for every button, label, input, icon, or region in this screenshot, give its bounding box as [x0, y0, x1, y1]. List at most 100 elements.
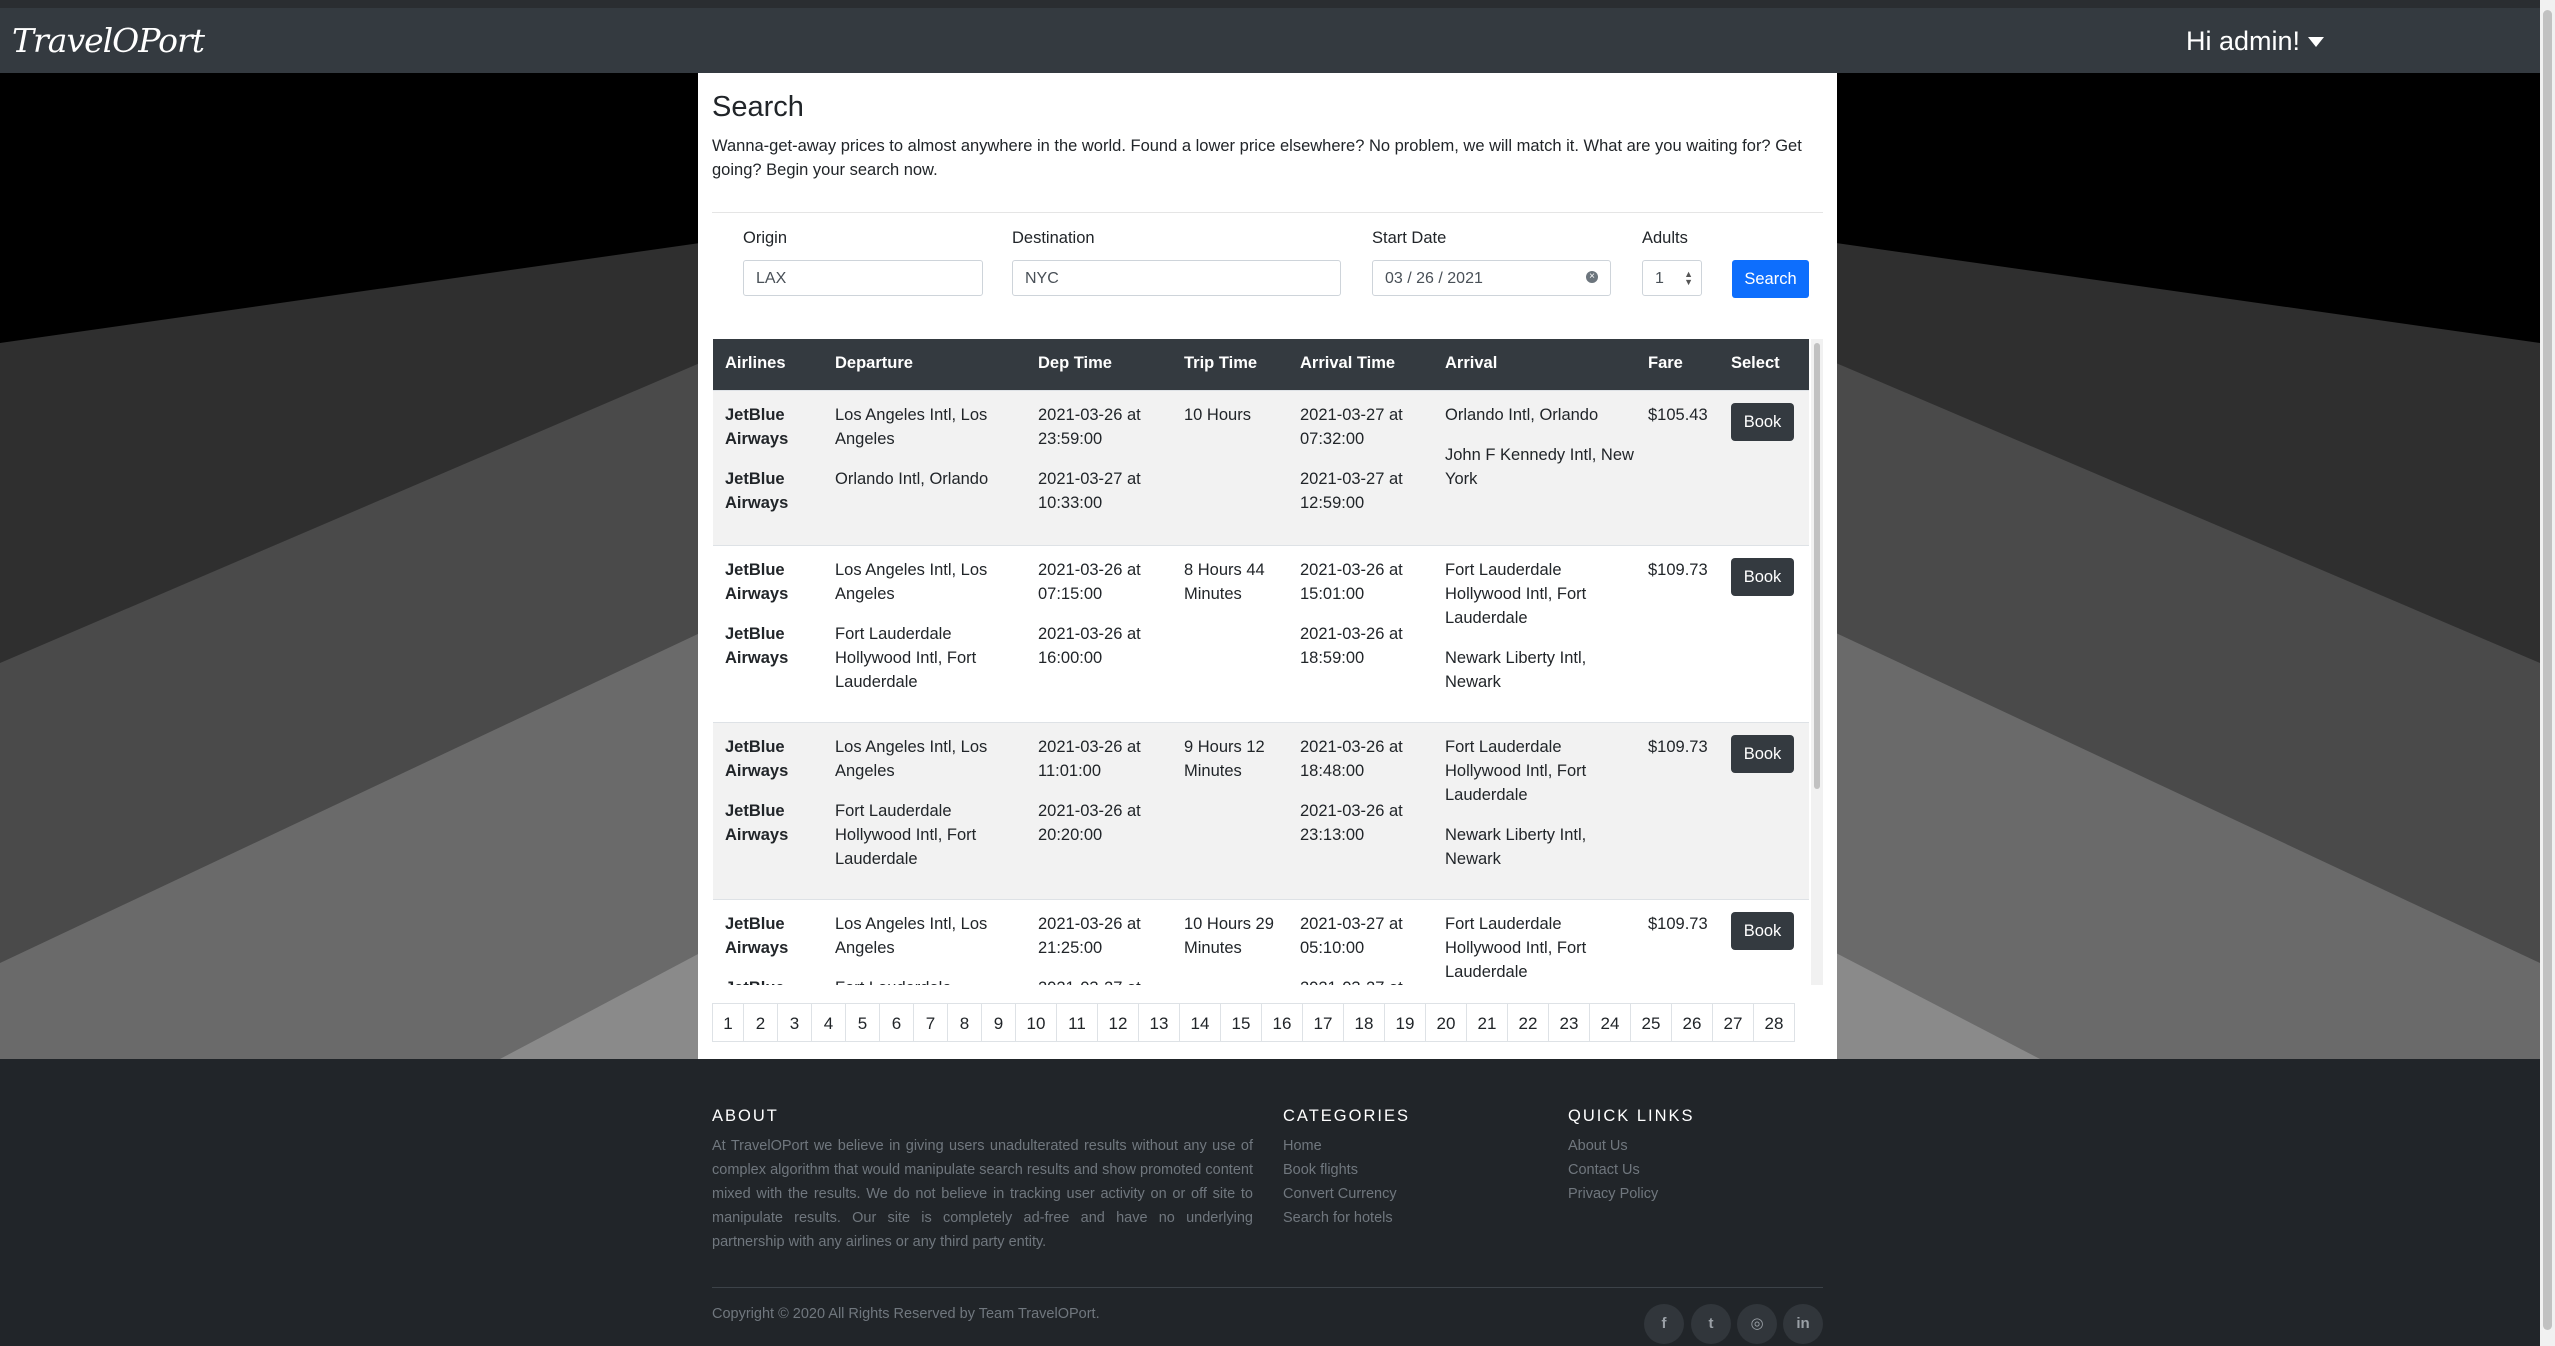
page-link[interactable]: 7	[914, 1003, 948, 1042]
search-button[interactable]: Search	[1732, 260, 1809, 298]
cell-fare: $105.43	[1648, 406, 1708, 424]
brand-logo[interactable]: TravelOPort	[12, 21, 205, 60]
page-link[interactable]: 24	[1590, 1003, 1631, 1042]
page-scrollbar-thumb[interactable]	[2543, 10, 2552, 1330]
page-link[interactable]: 23	[1549, 1003, 1590, 1042]
spinner-icon[interactable]: ▲ ▼	[1684, 270, 1693, 287]
page-link[interactable]: 10	[1016, 1003, 1057, 1042]
leg-arr-time: 2021-03-26 at 23:13:00	[1300, 802, 1403, 844]
page-link[interactable]: 6	[880, 1003, 914, 1042]
destination-label: Destination	[1012, 229, 1095, 247]
linkedin-icon[interactable]: in	[1783, 1304, 1823, 1344]
leg-arrival: Newark Liberty Intl, Newark	[1445, 826, 1587, 868]
cell-departure: Los Angeles Intl, Los Angeles Orlando Int…	[835, 403, 1020, 507]
col-fare: Fare	[1648, 354, 1683, 372]
page-link[interactable]: 8	[948, 1003, 982, 1042]
category-link[interactable]: Home	[1283, 1134, 1397, 1158]
leg-arrival: Newark Liberty Intl, Newark	[1445, 649, 1587, 691]
cell-dep-time: 2021-03-26 at 23:59:00 2021-03-27 at 10:3…	[1038, 403, 1173, 531]
page-link[interactable]: 14	[1180, 1003, 1221, 1042]
page-link[interactable]: 20	[1426, 1003, 1467, 1042]
table-row: JetBlue Airways JetBlue Airways Los Angele…	[713, 545, 1809, 723]
page-link[interactable]: 12	[1098, 1003, 1139, 1042]
leg-dep-time: 2021-03-26 at 16:00:00	[1038, 625, 1141, 667]
table-scrollbar-thumb[interactable]	[1814, 343, 1820, 789]
category-link[interactable]: Book flights	[1283, 1158, 1397, 1182]
page-link[interactable]: 11	[1057, 1003, 1098, 1042]
page-link[interactable]: 18	[1344, 1003, 1385, 1042]
book-button[interactable]: Book	[1731, 403, 1794, 441]
page-link[interactable]: 9	[982, 1003, 1016, 1042]
leg-departure: Fort Lauderdale Hollywood Intl, Fort Lau…	[835, 802, 977, 868]
quick-link[interactable]: About Us	[1568, 1134, 1658, 1158]
navbar: TravelOPort Hi admin!	[0, 8, 2540, 73]
start-date-value: 03 / 26 / 2021	[1385, 270, 1483, 287]
table-row: JetBlue Airways JetBlue Airways Los Angele…	[713, 722, 1809, 900]
page-link[interactable]: 5	[846, 1003, 880, 1042]
caret-down-icon	[2308, 36, 2325, 47]
category-link[interactable]: Convert Currency	[1283, 1182, 1397, 1206]
table-row: JetBlue Airways JetBlue Airways Los Angele…	[713, 899, 1809, 985]
leg-arr-time: 2021-03-27 at 07:32:00	[1300, 406, 1403, 448]
cell-departure: Los Angeles Intl, Los Angeles Fort Lauder…	[835, 912, 1020, 985]
page-scrollbar[interactable]	[2540, 0, 2555, 1346]
page-link[interactable]: 28	[1754, 1003, 1795, 1042]
leg-dep-time: 2021-03-26 at 07:15:00	[1038, 561, 1141, 603]
page-link[interactable]: 17	[1303, 1003, 1344, 1042]
start-date-input[interactable]: 03 / 26 / 2021 ×	[1372, 260, 1611, 296]
page-link[interactable]: 1	[712, 1003, 744, 1042]
page-link[interactable]: 27	[1713, 1003, 1754, 1042]
pagination: 1 2 3 4 5 6 7 8 9 10 11 12 13 14 15 16 17 18 19 20 21 22 23 24 2…	[712, 1003, 1795, 1042]
quick-link[interactable]: Contact Us	[1568, 1158, 1658, 1182]
twitter-icon[interactable]: t	[1691, 1304, 1731, 1344]
col-airlines: Airlines	[725, 354, 786, 372]
quick-link[interactable]: Privacy Policy	[1568, 1182, 1658, 1206]
page-link[interactable]: 15	[1221, 1003, 1262, 1042]
leg-arr-time: 2021-03-26 at 15:01:00	[1300, 561, 1403, 603]
book-button[interactable]: Book	[1731, 912, 1794, 950]
page-link[interactable]: 2	[744, 1003, 778, 1042]
dribbble-icon[interactable]: ◎	[1737, 1304, 1777, 1344]
destination-input[interactable]: NYC	[1012, 260, 1341, 296]
table-row: JetBlue Airways JetBlue Airways Los Angele…	[713, 390, 1809, 546]
col-trip-time: Trip Time	[1184, 354, 1258, 372]
user-menu[interactable]: Hi admin!	[2186, 26, 2325, 57]
page-link[interactable]: 16	[1262, 1003, 1303, 1042]
leg-airline: JetBlue Airways	[725, 470, 789, 512]
leg-airline: JetBlue Airways	[725, 406, 789, 448]
leg-departure: Fort Lauderdale	[835, 976, 1020, 985]
page-link[interactable]: 19	[1385, 1003, 1426, 1042]
about-text: At TravelOPort we believe in giving user…	[712, 1138, 1253, 1250]
leg-airline: JetBlue Airways	[725, 802, 789, 844]
page-link[interactable]: 22	[1508, 1003, 1549, 1042]
user-menu-label: Hi admin!	[2186, 26, 2301, 56]
page-link[interactable]: 21	[1467, 1003, 1508, 1042]
leg-departure: Los Angeles Intl, Los Angeles	[835, 738, 988, 780]
categories-heading: CATEGORIES	[1283, 1107, 1410, 1125]
col-departure: Departure	[835, 354, 913, 372]
cell-dep-time: 2021-03-26 at 11:01:00 2021-03-26 at 20:2…	[1038, 735, 1173, 863]
adults-input[interactable]: 1 ▲ ▼	[1642, 260, 1702, 296]
leg-dep-time: 2021-03-26 at 23:59:00	[1038, 406, 1141, 448]
page-link[interactable]: 25	[1631, 1003, 1672, 1042]
leg-dep-time: 2021-03-26 at 11:01:00	[1038, 738, 1141, 780]
facebook-icon[interactable]: f	[1644, 1304, 1684, 1344]
page-link[interactable]: 26	[1672, 1003, 1713, 1042]
leg-departure: Los Angeles Intl, Los Angeles	[835, 561, 988, 603]
leg-departure: Orlando Intl, Orlando	[835, 470, 989, 488]
cell-departure: Los Angeles Intl, Los Angeles Fort Lauder…	[835, 735, 1020, 887]
leg-dep-time: 2021-03-26 at 20:20:00	[1038, 802, 1141, 844]
table-scrollbar[interactable]	[1811, 339, 1823, 985]
page-title: Search	[712, 91, 804, 123]
book-button[interactable]: Book	[1731, 558, 1794, 596]
clear-date-icon[interactable]: ×	[1586, 271, 1598, 283]
cell-airline: JetBlue Airways JetBlue Airways	[725, 403, 825, 531]
page-link[interactable]: 13	[1139, 1003, 1180, 1042]
leg-dep-time: 2021-03-27 at 10:33:00	[1038, 470, 1141, 512]
origin-input[interactable]: LAX	[743, 260, 983, 296]
cell-fare: $109.73	[1648, 561, 1708, 579]
page-link[interactable]: 4	[812, 1003, 846, 1042]
book-button[interactable]: Book	[1731, 735, 1794, 773]
category-link[interactable]: Search for hotels	[1283, 1206, 1397, 1230]
page-link[interactable]: 3	[778, 1003, 812, 1042]
